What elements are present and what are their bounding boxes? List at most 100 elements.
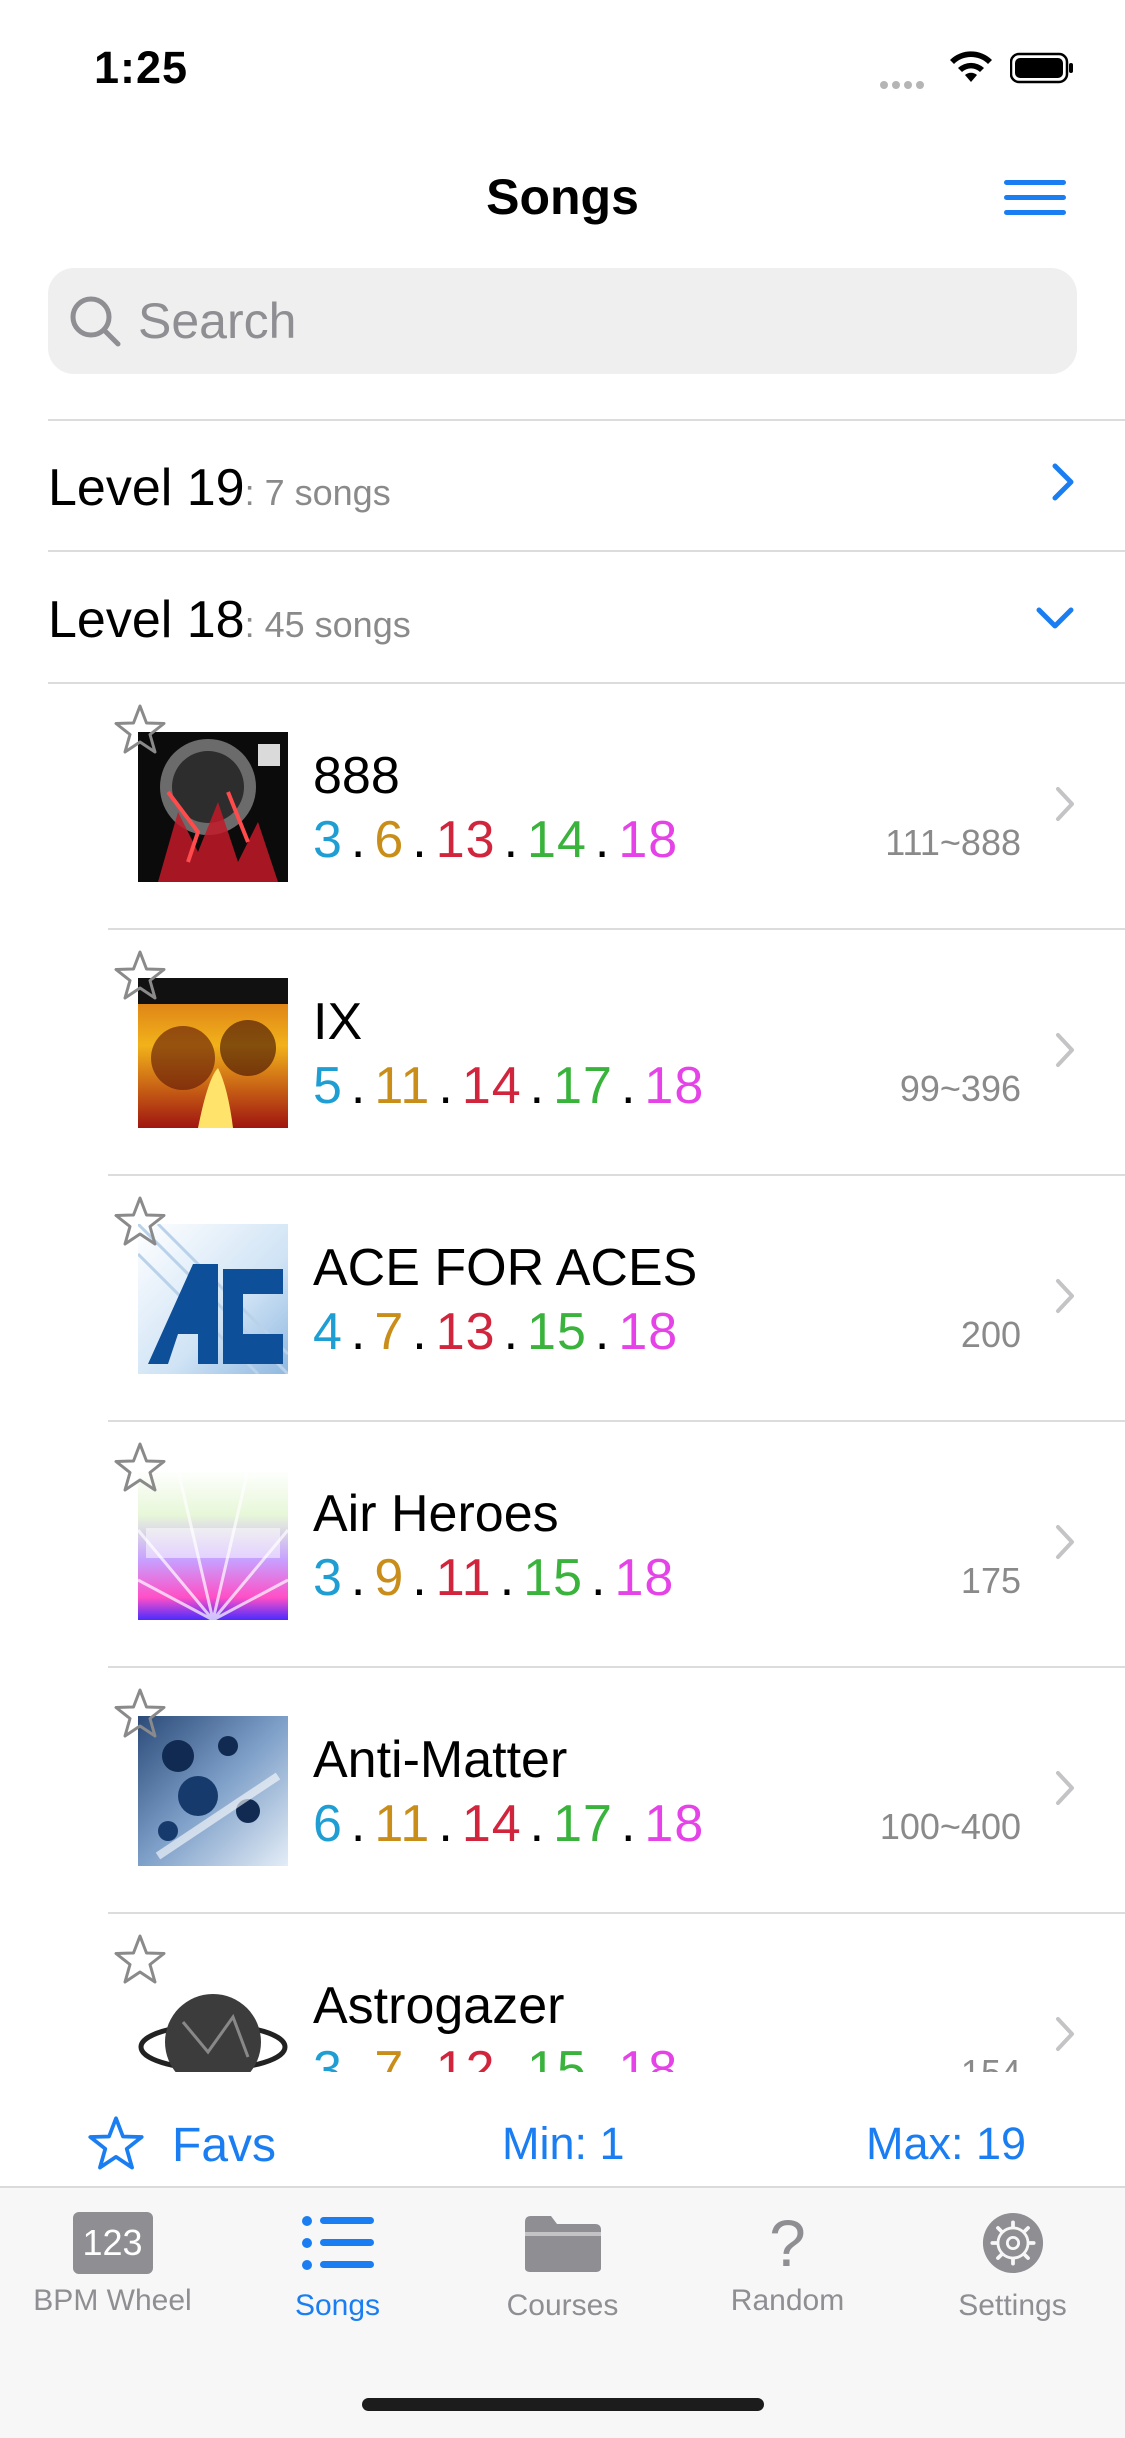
song-title: ACE FOR ACES — [313, 1239, 698, 1297]
search-input[interactable] — [138, 286, 1038, 356]
status-time: 1:25 — [94, 42, 189, 93]
chevron-right-icon — [1056, 1279, 1074, 1313]
level-challenge: 18 — [614, 1549, 675, 1607]
song-bpm: 200 — [960, 1314, 1021, 1355]
level-expert: 17 — [553, 1057, 613, 1115]
level-basic: 7 — [374, 2041, 405, 2072]
favorite-star-icon[interactable] — [112, 1686, 168, 1742]
tab-random[interactable]: ? Random — [675, 2206, 900, 2318]
tab-label: Songs — [294, 2289, 381, 2322]
song-list: 888 3. 6. 13. 14. 18 111~888 IX 5. 11. 14. 17. 1… — [0, 684, 1125, 2072]
battery-icon — [1010, 52, 1073, 84]
song-title: Air Heroes — [313, 1485, 559, 1543]
song-title: Anti-Matter — [313, 1731, 568, 1789]
level-beginner: 3 — [313, 1549, 343, 1607]
level-beginner: 5 — [313, 1057, 343, 1115]
question-icon: ? — [769, 2206, 806, 2280]
level-difficult: 14 — [461, 1795, 522, 1853]
song-difficulty-levels: 3. 7. 12. 15. 18 — [313, 2040, 678, 2072]
level-basic: 6 — [374, 811, 405, 869]
level-beginner: 6 — [313, 1795, 343, 1853]
favs-filter-button[interactable]: Favs — [172, 2118, 276, 2173]
song-title: 888 — [313, 747, 400, 805]
level-title: Level 18 — [48, 591, 245, 649]
level-challenge: 18 — [644, 1795, 705, 1853]
song-bpm: 99~396 — [899, 1068, 1021, 1109]
song-row-anti-matter[interactable]: Anti-Matter 6. 11. 14. 17. 18 100~400 — [108, 1668, 1125, 1914]
chevron-right-icon — [1056, 1525, 1074, 1559]
chevron-right-icon — [1052, 463, 1074, 501]
song-row-air-heroes[interactable]: Air Heroes 3. 9. 11. 15. 18 175 — [108, 1422, 1125, 1668]
wifi-icon — [950, 51, 992, 82]
level-expert: 15 — [523, 1549, 584, 1607]
song-row-ace-for-aces[interactable]: ACE FOR ACES 4. 7. 13. 15. 18 200 — [108, 1176, 1125, 1422]
min-level-button[interactable]: Min: 1 — [502, 2118, 625, 2170]
page-title: Songs — [486, 169, 639, 225]
chevron-right-icon — [1056, 787, 1074, 821]
level-expert: 15 — [527, 2041, 587, 2072]
level-expert: 15 — [527, 1303, 587, 1361]
level-beginner: 3 — [313, 2041, 343, 2072]
level-basic: 11 — [374, 1795, 431, 1853]
song-row-astrogazer[interactable]: Astrogazer 3.7.12.15.18 154 — [108, 1914, 1125, 2072]
chevron-down-icon — [1036, 607, 1074, 629]
song-difficulty-levels: 3. 6. 13. 14. 18 — [313, 811, 679, 869]
folder-icon — [524, 2216, 601, 2272]
song-difficulty-levels: 6. 11. 14. 17. 18 — [313, 1795, 705, 1853]
favorite-star-icon[interactable] — [112, 948, 168, 1004]
song-difficulty-levels: 4. 7. 13. 15. 18 — [313, 1303, 679, 1361]
level-title: Level 19 — [48, 459, 245, 517]
level-basic: 9 — [374, 1549, 405, 1607]
level-difficult: 13 — [435, 1303, 496, 1361]
tab-label: Random — [730, 2284, 845, 2317]
favorite-star-icon[interactable] — [112, 702, 168, 758]
tab-label: Courses — [506, 2289, 619, 2322]
favorite-star-icon[interactable] — [112, 1932, 168, 1988]
level-song-count: : 45 songs — [244, 604, 411, 645]
level-row-19[interactable]: Level 19: 7 songs — [48, 420, 1125, 550]
favorite-star-icon[interactable] — [112, 1440, 168, 1496]
song-bpm: 100~400 — [879, 1806, 1021, 1847]
level-challenge: 18 — [618, 2041, 679, 2072]
tab-bpm-wheel[interactable]: 123 BPM Wheel — [0, 2212, 225, 2318]
chevron-right-icon — [1056, 1771, 1074, 1805]
level-difficult: 13 — [435, 811, 496, 869]
song-difficulty-levels: 3. 9. 11. 15. 18 — [313, 1549, 675, 1607]
level-beginner: 4 — [313, 1303, 343, 1361]
song-bpm: 154 — [961, 2052, 1021, 2072]
chevron-right-icon — [1056, 1033, 1074, 1067]
favorites-star-icon[interactable] — [86, 2114, 146, 2174]
level-basic: 7 — [374, 1303, 405, 1361]
hamburger-icon[interactable] — [1004, 180, 1066, 216]
song-difficulty-levels: 5. 11. 14. 17. 18 — [313, 1057, 705, 1115]
level-expert: 14 — [527, 811, 587, 869]
gear-icon — [982, 2212, 1043, 2274]
tab-label: Settings — [958, 2289, 1067, 2322]
level-difficult: 12 — [435, 2041, 496, 2072]
level-difficult: 11 — [435, 1549, 492, 1607]
bpm-wheel-icon: 123 — [72, 2212, 153, 2274]
search-icon — [70, 296, 121, 347]
level-challenge: 18 — [618, 811, 679, 869]
tab-courses[interactable]: Courses — [450, 2212, 675, 2323]
song-title: IX — [313, 993, 363, 1051]
song-bpm: 111~888 — [885, 822, 1021, 863]
tab-settings[interactable]: Settings — [900, 2212, 1125, 2323]
chevron-right-icon — [1056, 2017, 1074, 2051]
max-level-button[interactable]: Max: 19 — [866, 2118, 1026, 2170]
level-beginner: 3 — [313, 811, 343, 869]
tab-songs[interactable]: Songs — [225, 2212, 450, 2323]
song-row-888[interactable]: 888 3. 6. 13. 14. 18 111~888 — [108, 684, 1125, 930]
song-bpm: 175 — [960, 1560, 1021, 1601]
level-difficult: 14 — [461, 1057, 522, 1115]
favorite-star-icon[interactable] — [112, 1194, 168, 1250]
level-row-18[interactable]: Level 18: 45 songs — [48, 552, 1125, 682]
tab-label: BPM Wheel — [33, 2284, 192, 2317]
cellular-signal-icon — [880, 76, 928, 94]
level-challenge: 18 — [618, 1303, 679, 1361]
home-indicator[interactable] — [362, 2398, 764, 2411]
level-expert: 17 — [553, 1795, 613, 1853]
song-row-ix[interactable]: IX 5. 11. 14. 17. 18 99~396 — [108, 930, 1125, 1176]
level-basic: 11 — [374, 1057, 431, 1115]
level-song-count: : 7 songs — [244, 472, 391, 513]
